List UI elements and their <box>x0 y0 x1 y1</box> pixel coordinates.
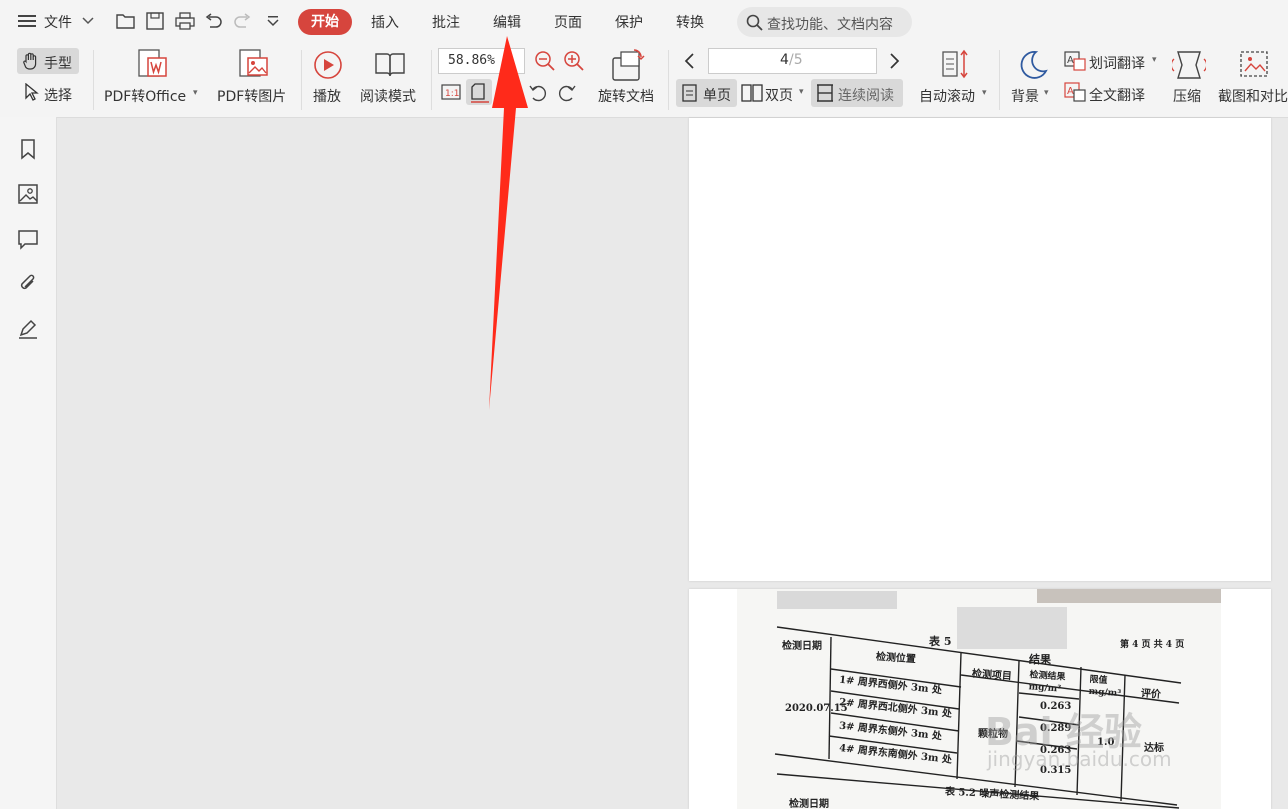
divider <box>668 50 669 110</box>
pdf-to-office-icon[interactable] <box>135 48 169 80</box>
undo-icon[interactable] <box>204 13 222 29</box>
full-translate-label[interactable]: 全文翻译 <box>1089 85 1145 105</box>
document-page-scan: 表 5 结果 第 4 页 共 4 页 检测日期 检测位置 检测项目 检测结果 m… <box>689 589 1271 809</box>
continuous-read-icon <box>815 84 835 102</box>
header-location: 检测位置 <box>875 651 917 666</box>
select-tool-label[interactable]: 选择 <box>44 85 72 105</box>
search-placeholder: 查找功能、文档内容 <box>767 17 893 33</box>
chevron-down-icon[interactable]: ▾ <box>1152 55 1157 65</box>
open-folder-icon[interactable] <box>116 12 136 30</box>
divider <box>431 50 432 110</box>
chevron-down-icon[interactable]: ▾ <box>193 88 198 98</box>
scan-table-lines <box>774 626 1182 809</box>
rotate-right-icon[interactable] <box>557 84 577 102</box>
rotate-document-icon[interactable] <box>610 48 646 82</box>
tab-page[interactable]: 页面 <box>554 12 582 32</box>
chevron-down-icon[interactable]: ▾ <box>799 87 804 97</box>
full-translate-icon[interactable]: A <box>1064 82 1086 102</box>
select-cursor-icon[interactable] <box>24 83 40 101</box>
background-label[interactable]: 背景 <box>1011 86 1039 106</box>
play-icon[interactable] <box>313 50 343 80</box>
pdf-to-image-icon[interactable] <box>236 48 270 80</box>
screenshot-compare-icon[interactable] <box>1238 49 1272 81</box>
auto-scroll-icon[interactable] <box>940 48 970 80</box>
menu-icon[interactable] <box>18 14 36 28</box>
chevron-down-icon[interactable] <box>82 17 94 25</box>
page-footer-text: 第 4 页 共 4 页 <box>1120 640 1185 650</box>
divider <box>93 50 94 110</box>
zoom-in-icon[interactable] <box>563 50 585 72</box>
single-page-label: 单页 <box>703 88 731 104</box>
word-translate-icon[interactable]: A <box>1064 51 1086 71</box>
pdf-to-office-label[interactable]: PDF转Office <box>104 86 186 106</box>
ribbon-toolbar: 手型 选择 PDF转Office ▾ PDF转图片 播放 阅读模式 58.86%… <box>0 44 1288 118</box>
next-page-icon[interactable] <box>889 52 901 70</box>
double-page-label[interactable]: 双页 <box>765 85 793 105</box>
left-sidebar <box>0 117 57 809</box>
menu-bar: 文件 开始 插入 批注 编辑 页面 保护 转换 查找功能、文档内容 <box>0 0 1288 44</box>
image-thumbnail-icon[interactable] <box>16 182 40 206</box>
pdf-to-image-label[interactable]: PDF转图片 <box>217 86 286 106</box>
file-menu[interactable]: 文件 <box>44 12 72 32</box>
annotation-arrow <box>489 36 528 410</box>
tab-insert[interactable]: 插入 <box>371 12 399 32</box>
divider <box>999 50 1000 110</box>
header-item: 检测项目 <box>971 668 1013 683</box>
tab-start[interactable]: 开始 <box>298 9 352 35</box>
compress-label[interactable]: 压缩 <box>1173 86 1201 106</box>
tab-protect[interactable]: 保护 <box>615 12 643 32</box>
bookmark-icon[interactable] <box>16 137 40 161</box>
attachment-icon[interactable] <box>16 272 40 296</box>
compress-icon[interactable] <box>1172 49 1206 81</box>
divider <box>301 50 302 110</box>
table2-header-date: 检测日期 <box>789 799 829 809</box>
single-page-icon <box>682 84 698 102</box>
search-icon <box>746 14 764 32</box>
read-mode-icon[interactable] <box>374 50 406 78</box>
word-translate-label[interactable]: 划词翻译 <box>1089 53 1145 73</box>
comment-icon[interactable] <box>16 227 40 251</box>
hand-icon <box>22 52 40 70</box>
page-current: 4 <box>780 52 789 68</box>
watermark-url: jingyan.baidu.com <box>987 747 1172 771</box>
save-icon[interactable] <box>146 12 164 30</box>
svg-text:A: A <box>1067 86 1074 97</box>
tab-annotate[interactable]: 批注 <box>432 12 460 32</box>
header-result: 检测结果 mg/m³ <box>1028 670 1066 695</box>
header-evaluation: 评价 <box>1140 688 1162 701</box>
page-total: /5 <box>789 52 803 68</box>
signature-pen-icon[interactable] <box>16 317 40 341</box>
moon-icon[interactable] <box>1016 49 1048 81</box>
svg-text:A: A <box>1067 55 1074 66</box>
redo-icon <box>234 13 252 29</box>
auto-scroll-label[interactable]: 自动滚动 <box>919 86 975 106</box>
header-limit: 限值 mg/m³ <box>1088 674 1122 700</box>
chevron-down-icon[interactable]: ▾ <box>982 88 987 98</box>
page-number-input[interactable]: 4 /5 <box>708 48 877 74</box>
play-label[interactable]: 播放 <box>313 86 341 106</box>
tab-convert[interactable]: 转换 <box>676 12 704 32</box>
continuous-read-label: 连续阅读 <box>838 88 894 104</box>
double-page-icon[interactable] <box>741 84 763 102</box>
screenshot-compare-label[interactable]: 截图和对比 <box>1218 86 1288 106</box>
hand-tool-label: 手型 <box>44 56 72 72</box>
previous-page-icon[interactable] <box>683 52 695 70</box>
read-mode-label[interactable]: 阅读模式 <box>360 86 416 106</box>
svg-text:1:1: 1:1 <box>445 89 459 99</box>
header-date: 检测日期 <box>782 641 822 652</box>
rotate-document-label[interactable]: 旋转文档 <box>598 86 654 106</box>
print-icon[interactable] <box>175 12 195 30</box>
search-input[interactable]: 查找功能、文档内容 <box>737 7 912 37</box>
table-title-fragment: 表 5 <box>929 635 952 648</box>
document-page-blank <box>689 118 1271 581</box>
chevron-down-icon[interactable]: ▾ <box>1044 88 1049 98</box>
quick-access-dropdown-icon[interactable] <box>266 15 280 27</box>
table-title-fragment-2: 结果 <box>1029 653 1051 666</box>
actual-size-icon[interactable]: 1:1 <box>441 83 461 101</box>
